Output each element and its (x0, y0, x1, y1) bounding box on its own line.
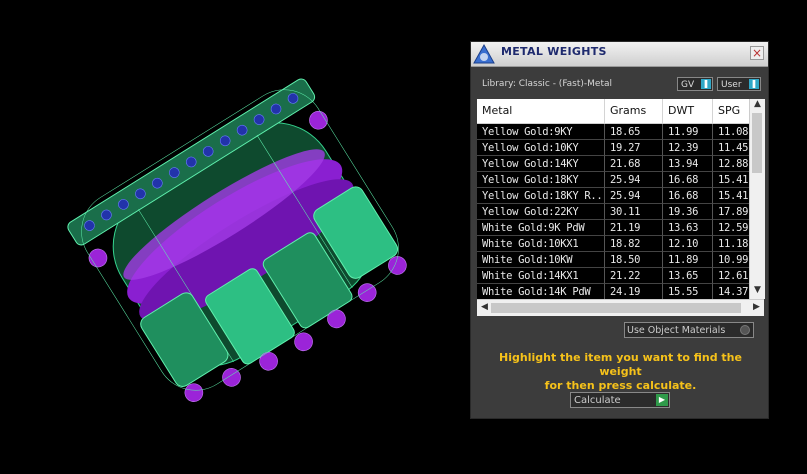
grams-cell: 18.65 (605, 124, 663, 140)
spg-cell: 11.45 (713, 140, 749, 156)
grams-cell: 21.19 (605, 220, 663, 236)
dwt-cell: 11.89 (663, 252, 713, 268)
table-row[interactable]: White Gold:10KX1 18.82 12.10 11.18 (477, 236, 749, 252)
column-header-spg[interactable]: SPG (713, 99, 749, 123)
spg-cell: 15.41 (713, 188, 749, 204)
column-header-grams[interactable]: Grams (605, 99, 663, 123)
user-toggle[interactable]: User ❚ (717, 77, 761, 91)
scroll-right-icon[interactable]: ▶ (749, 302, 764, 312)
table-row[interactable]: Yellow Gold:14KY 21.68 13.94 12.88 (477, 156, 749, 172)
grams-cell: 18.50 (605, 252, 663, 268)
table-body: Yellow Gold:9KY 18.65 11.99 11.08 Yellow Gol… (477, 124, 749, 299)
toggle-knob-icon: ❚ (701, 79, 711, 89)
spg-cell: 14.37 (713, 284, 749, 299)
spg-cell: 12.88 (713, 156, 749, 172)
grams-cell: 25.94 (605, 172, 663, 188)
scroll-down-icon[interactable]: ▼ (750, 285, 765, 295)
column-header-dwt[interactable]: DWT (663, 99, 713, 123)
dwt-cell: 16.68 (663, 188, 713, 204)
metal-weights-panel: METAL WEIGHTS × Library: Classic - (Fast… (470, 41, 769, 419)
table-row[interactable]: Yellow Gold:18KY R... 25.94 16.68 15.41 (477, 188, 749, 204)
horizontal-scrollbar[interactable]: ◀ ▶ (477, 299, 764, 316)
metal-cell: Yellow Gold:9KY (477, 124, 605, 140)
spg-cell: 10.99 (713, 252, 749, 268)
library-label: Library: Classic - (Fast)-Metal (482, 79, 613, 89)
app-logo-icon (473, 43, 495, 64)
grams-cell: 18.82 (605, 236, 663, 252)
metal-cell: White Gold:10KX1 (477, 236, 605, 252)
metal-cell: Yellow Gold:18KY (477, 172, 605, 188)
vertical-scrollbar[interactable]: ▲ ▼ (749, 99, 765, 299)
ring-3d-model (67, 78, 407, 402)
dwt-cell: 13.65 (663, 268, 713, 284)
grams-cell: 30.11 (605, 204, 663, 220)
instruction-line-1: Highlight the item you want to find the … (499, 351, 742, 378)
toggle-knob-icon: ❚ (749, 79, 759, 89)
calculate-label: Calculate (574, 395, 621, 406)
radio-icon[interactable] (740, 325, 750, 335)
metal-table: Metal Grams DWT SPG Yellow Gold:9KY 18.65… (477, 99, 765, 316)
dwt-cell: 12.39 (663, 140, 713, 156)
grams-cell: 21.22 (605, 268, 663, 284)
instruction-text: Highlight the item you want to find the … (481, 351, 760, 393)
column-header-metal[interactable]: Metal (477, 99, 605, 123)
3d-viewport[interactable] (0, 0, 470, 470)
gv-toggle-label: GV (681, 80, 695, 90)
table-row[interactable]: Yellow Gold:18KY 25.94 16.68 15.41 (477, 172, 749, 188)
hscroll-thumb[interactable] (491, 303, 741, 313)
use-object-materials-label: Use Object Materials (627, 325, 726, 336)
dwt-cell: 13.63 (663, 220, 713, 236)
metal-cell: Yellow Gold:14KY (477, 156, 605, 172)
dwt-cell: 13.94 (663, 156, 713, 172)
play-icon: ▶ (656, 394, 668, 406)
metal-cell: White Gold:10KW (477, 252, 605, 268)
grams-cell: 19.27 (605, 140, 663, 156)
spg-cell: 11.18 (713, 236, 749, 252)
metal-cell: White Gold:14K PdW (477, 284, 605, 299)
dwt-cell: 12.10 (663, 236, 713, 252)
metal-cell: Yellow Gold:18KY R... (477, 188, 605, 204)
grams-cell: 25.94 (605, 188, 663, 204)
table-row[interactable]: White Gold:9K PdW 21.19 13.63 12.59 (477, 220, 749, 236)
calculate-button[interactable]: Calculate ▶ (570, 392, 670, 408)
table-row[interactable]: White Gold:14K PdW 24.19 15.55 14.37 (477, 284, 749, 299)
close-button[interactable]: × (750, 46, 764, 60)
table-row[interactable]: Yellow Gold:22KY 30.11 19.36 17.89 (477, 204, 749, 220)
spg-cell: 12.59 (713, 220, 749, 236)
table-header: Metal Grams DWT SPG (477, 99, 749, 124)
metal-cell: White Gold:9K PdW (477, 220, 605, 236)
panel-title: METAL WEIGHTS (501, 45, 607, 58)
instruction-line-2: for then press calculate. (544, 379, 697, 392)
table-row[interactable]: Yellow Gold:10KY 19.27 12.39 11.45 (477, 140, 749, 156)
gv-toggle[interactable]: GV ❚ (677, 77, 713, 91)
spg-cell: 17.89 (713, 204, 749, 220)
metal-cell: Yellow Gold:22KY (477, 204, 605, 220)
scroll-left-icon[interactable]: ◀ (477, 302, 492, 312)
table-row[interactable]: White Gold:10KW 18.50 11.89 10.99 (477, 252, 749, 268)
scroll-thumb[interactable] (752, 113, 762, 173)
table-row[interactable]: White Gold:14KX1 21.22 13.65 12.61 (477, 268, 749, 284)
spg-cell: 11.08 (713, 124, 749, 140)
dwt-cell: 15.55 (663, 284, 713, 299)
dwt-cell: 16.68 (663, 172, 713, 188)
scroll-up-icon[interactable]: ▲ (750, 99, 765, 109)
spg-cell: 12.61 (713, 268, 749, 284)
user-toggle-label: User (721, 80, 742, 90)
metal-cell: White Gold:14KX1 (477, 268, 605, 284)
grams-cell: 24.19 (605, 284, 663, 299)
table-row[interactable]: Yellow Gold:9KY 18.65 11.99 11.08 (477, 124, 749, 140)
metal-cell: Yellow Gold:10KY (477, 140, 605, 156)
dwt-cell: 19.36 (663, 204, 713, 220)
dwt-cell: 11.99 (663, 124, 713, 140)
grams-cell: 21.68 (605, 156, 663, 172)
use-object-materials-option[interactable]: Use Object Materials (624, 322, 754, 338)
spg-cell: 15.41 (713, 172, 749, 188)
panel-titlebar[interactable]: METAL WEIGHTS × (471, 42, 768, 67)
